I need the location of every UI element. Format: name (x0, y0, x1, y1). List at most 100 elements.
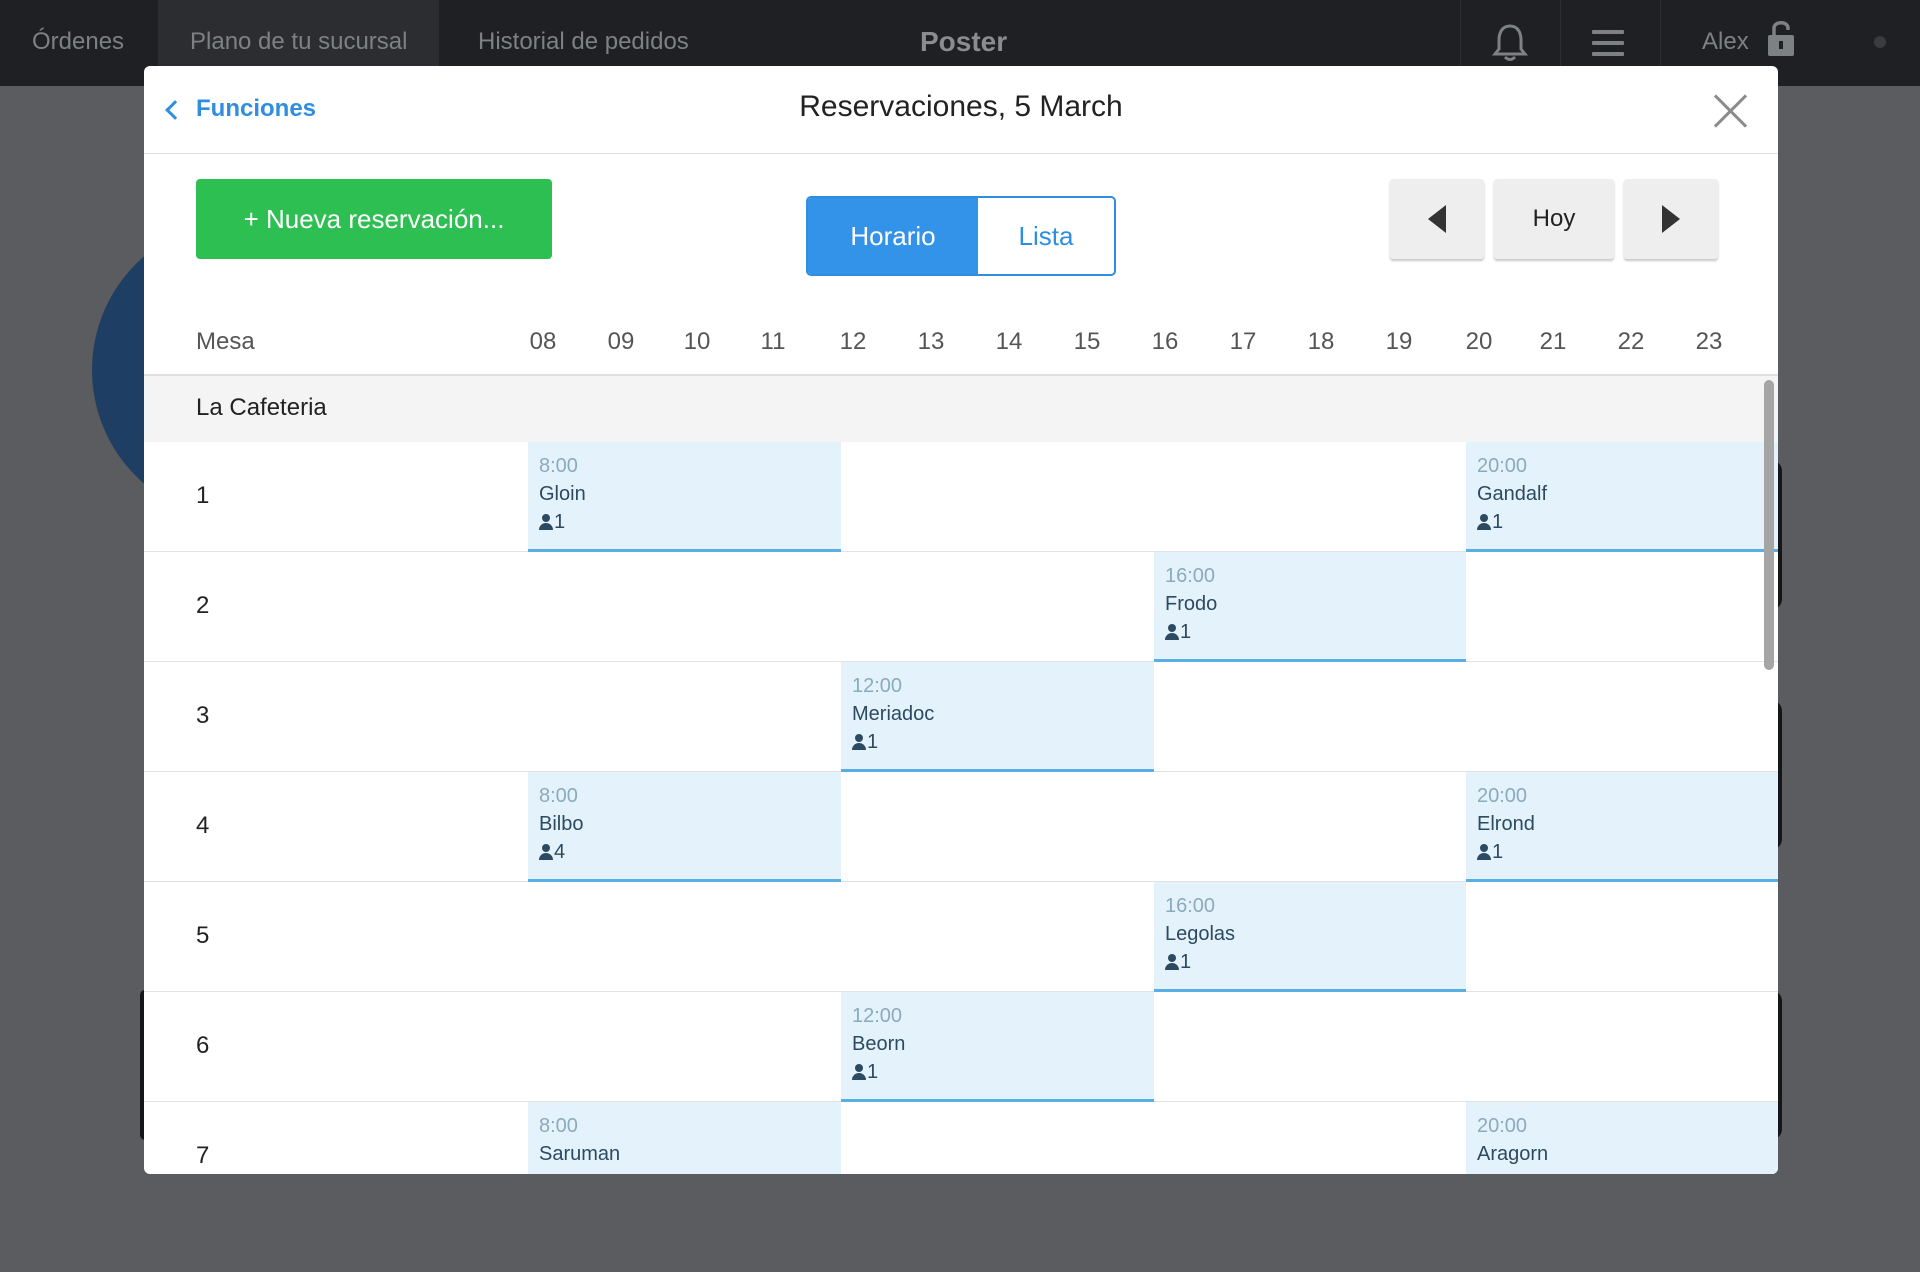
arrow-right-icon (1662, 205, 1680, 233)
reservation-name: Aragorn (1477, 1143, 1549, 1165)
lock-icon[interactable] (1766, 18, 1796, 58)
new-reservation-button[interactable]: + Nueva reservación... (196, 179, 552, 259)
guest-count: 1 (1477, 838, 1767, 866)
table-number: 6 (196, 1032, 210, 1059)
table-number: 3 (196, 702, 210, 729)
menu-icon[interactable] (1592, 30, 1624, 56)
person-icon (852, 734, 866, 750)
reservation-time: 20:00 (1477, 1115, 1528, 1137)
reservation-name: Gloin (539, 483, 586, 505)
next-day-button[interactable] (1624, 179, 1718, 259)
guest-count: 4 (539, 838, 830, 866)
reservation-time: 8:00 (539, 785, 578, 807)
scrollbar[interactable] (1764, 380, 1774, 670)
person-icon (539, 514, 553, 530)
guest-count: 1 (852, 728, 1143, 756)
section-header: La Cafeteria (144, 376, 1778, 442)
reservation-time: 8:00 (539, 1115, 578, 1137)
guest-count: 1 (539, 508, 830, 536)
hour-label: 08 (529, 328, 557, 355)
section-name: La Cafeteria (196, 394, 327, 421)
guest-count-value: 1 (1180, 951, 1192, 973)
reservation-time: 20:00 (1477, 785, 1528, 807)
tab-list[interactable]: Lista (978, 198, 1114, 274)
hour-label: 15 (1073, 328, 1101, 355)
reservation-block[interactable]: 8:00 Gloin 1 (528, 442, 841, 552)
hour-label: 21 (1539, 328, 1567, 355)
person-icon (1165, 624, 1179, 640)
table-number: 4 (196, 812, 210, 839)
hour-label: 13 (917, 328, 945, 355)
arrow-left-icon (1428, 205, 1446, 233)
tab-schedule[interactable]: Horario (808, 198, 978, 274)
guest-count: 1 (1477, 508, 1767, 536)
reservation-name: Meriadoc (852, 703, 935, 725)
hour-label: 09 (607, 328, 635, 355)
table-number: 1 (196, 482, 210, 509)
reservation-block[interactable]: 8:00 Bilbo 4 (528, 772, 841, 882)
hour-label: 17 (1229, 328, 1257, 355)
guest-count: 1 (1477, 1168, 1767, 1174)
reservation-block[interactable]: 12:00 Meriadoc 1 (841, 662, 1154, 772)
table-row: 4 8:00 Bilbo 4 20:00 Elrond 1 (144, 772, 1778, 882)
previous-day-button[interactable] (1390, 179, 1484, 259)
tab-orders[interactable]: Órdenes (32, 0, 124, 86)
status-dot (1874, 36, 1886, 48)
reservation-block[interactable]: 16:00 Legolas 1 (1154, 882, 1466, 992)
reservation-block[interactable]: 16:00 Frodo 1 (1154, 552, 1466, 662)
table-row: 7 8:00 Saruman 1 20:00 Aragorn 1 (144, 1102, 1778, 1174)
reservation-name: Elrond (1477, 813, 1535, 835)
person-icon (852, 1064, 866, 1080)
modal-header: Funciones Reservaciones, 5 March (144, 66, 1778, 154)
hour-label: 11 (760, 328, 786, 355)
reservation-block[interactable]: 20:00 Elrond 1 (1466, 772, 1778, 882)
guest-count-value: 1 (1492, 511, 1504, 533)
table-row: 6 12:00 Beorn 1 (144, 992, 1778, 1102)
hour-label: 14 (995, 328, 1023, 355)
hour-label: 18 (1307, 328, 1335, 355)
reservation-name: Bilbo (539, 813, 584, 835)
hour-label: 20 (1465, 328, 1493, 355)
table-number: 7 (196, 1142, 210, 1169)
reservation-name: Beorn (852, 1033, 906, 1055)
table-row: 5 16:00 Legolas 1 (144, 882, 1778, 992)
modal-title: Reservaciones, 5 March (799, 90, 1123, 123)
guest-count-value: 1 (554, 511, 566, 533)
bell-icon[interactable] (1492, 22, 1528, 62)
reservation-block[interactable]: 8:00 Saruman 1 (528, 1102, 841, 1174)
guest-count: 1 (1165, 948, 1455, 976)
view-toggle: Horario Lista (806, 196, 1116, 276)
reservation-name: Saruman (539, 1143, 621, 1165)
table-row: 2 16:00 Frodo 1 (144, 552, 1778, 662)
table-row: 3 12:00 Meriadoc 1 (144, 662, 1778, 772)
reservation-time: 16:00 (1165, 895, 1216, 917)
reservation-time: 12:00 (852, 1005, 903, 1027)
person-icon (1165, 954, 1179, 970)
reservation-time: 20:00 (1477, 455, 1528, 477)
hour-label: 23 (1695, 328, 1723, 355)
person-icon (539, 844, 553, 860)
guest-count-value: 1 (867, 731, 879, 753)
table-row: 1 8:00 Gloin 1 20:00 Gandalf 1 (144, 442, 1778, 552)
reservation-name: Gandalf (1477, 483, 1548, 505)
hour-label: 10 (683, 328, 711, 355)
reservation-block[interactable]: 20:00 Aragorn 1 (1466, 1102, 1778, 1174)
reservations-modal: Funciones Reservaciones, 5 March + Nueva… (144, 66, 1778, 1174)
guest-count-value: 1 (1492, 841, 1504, 863)
reservation-time: 8:00 (539, 455, 578, 477)
reservation-time: 16:00 (1165, 565, 1216, 587)
close-icon[interactable] (1712, 92, 1750, 130)
reservation-block[interactable]: 20:00 Gandalf 1 (1466, 442, 1778, 552)
table-number: 2 (196, 592, 210, 619)
guest-count: 1 (1165, 618, 1455, 646)
reservation-block[interactable]: 12:00 Beorn 1 (841, 992, 1154, 1102)
person-icon (1477, 844, 1491, 860)
guest-count: 1 (539, 1168, 830, 1174)
hour-label: 12 (839, 328, 867, 355)
guest-count-value: 4 (554, 841, 566, 863)
guest-count-value: 1 (1492, 1168, 1503, 1174)
hour-label: 19 (1385, 328, 1413, 355)
today-button[interactable]: Hoy (1494, 179, 1614, 259)
reservation-time: 12:00 (852, 675, 903, 697)
guest-count-value: 1 (867, 1061, 879, 1083)
